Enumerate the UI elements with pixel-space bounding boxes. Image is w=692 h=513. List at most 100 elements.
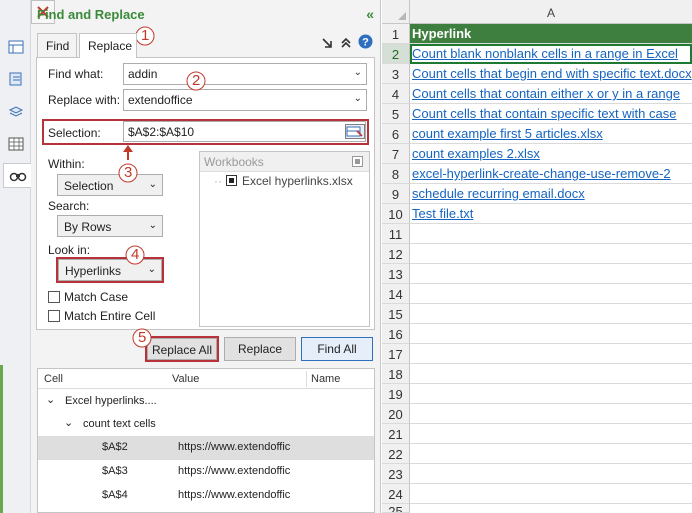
step-badge-3: 3 (118, 163, 138, 187)
look-in-select[interactable]: Hyperlinks ⌄ (58, 259, 162, 281)
empty-cell[interactable] (410, 324, 692, 344)
row-header[interactable]: 15 (382, 304, 410, 324)
empty-cell[interactable] (410, 464, 692, 484)
tree-row-workbook[interactable]: ⌄ Excel hyperlinks.... (38, 390, 374, 414)
empty-cell[interactable] (410, 444, 692, 464)
empty-cell[interactable] (410, 404, 692, 424)
table-row[interactable]: $A$4 https://www.extendoffic (38, 484, 374, 508)
row-header[interactable]: 25 (382, 504, 410, 513)
table-row[interactable]: $A$2 https://www.extendoffic (38, 436, 374, 460)
hyperlink-cell[interactable]: schedule recurring email.docx (410, 184, 692, 204)
select-all-corner[interactable] (382, 0, 410, 24)
hyperlink-cell[interactable]: count example first 5 articles.xlsx (410, 124, 692, 144)
row-header[interactable]: 7 (382, 144, 410, 164)
empty-cell[interactable] (410, 264, 692, 284)
row-header[interactable]: 5 (382, 104, 410, 124)
hyperlink-cell[interactable]: excel-hyperlink-create-change-use-remove… (410, 164, 692, 184)
layers-icon[interactable] (3, 99, 28, 124)
chevron-down-icon: ⌄ (148, 179, 157, 190)
row-header[interactable]: 16 (382, 324, 410, 344)
search-select[interactable]: By Rows ⌄ (57, 215, 163, 237)
step-badge-4: 4 (125, 245, 145, 269)
select-all-checkbox[interactable] (352, 156, 363, 167)
row-header[interactable]: 19 (382, 384, 410, 404)
row-header[interactable]: 22 (382, 444, 410, 464)
replace-button[interactable]: Replace (224, 337, 296, 361)
row-header[interactable]: 14 (382, 284, 410, 304)
find-replace-icon[interactable] (3, 163, 31, 188)
empty-cell[interactable] (410, 344, 692, 364)
chevron-down-icon[interactable]: ⌄ (64, 416, 73, 429)
match-entire-cell-checkbox[interactable]: Match Entire Cell (48, 309, 155, 323)
empty-cell[interactable] (410, 284, 692, 304)
chevron-down-icon: ⌄ (147, 264, 156, 275)
hyperlink-cell[interactable]: Count cells that contain specific text w… (410, 104, 692, 124)
hyperlink-cell[interactable]: count examples 2.xlsx (410, 144, 692, 164)
empty-cell[interactable] (410, 424, 692, 444)
hyperlink-cell[interactable]: Test file.txt (410, 204, 692, 224)
row-header[interactable]: 12 (382, 244, 410, 264)
find-what-input[interactable]: addin ⌄ (123, 63, 367, 85)
grid-icon[interactable] (3, 131, 28, 156)
row-header[interactable]: 24 (382, 484, 410, 504)
row-header[interactable]: 4 (382, 84, 410, 104)
column-divider[interactable] (306, 371, 307, 387)
navigation-icon[interactable] (3, 34, 28, 59)
workbook-checkbox[interactable] (226, 175, 237, 186)
row-header[interactable]: 13 (382, 264, 410, 284)
chevron-down-icon[interactable]: ⌄ (46, 393, 55, 406)
help-icon[interactable]: ? (358, 34, 373, 52)
empty-cell[interactable] (410, 224, 692, 244)
within-select[interactable]: Selection ⌄ (57, 174, 163, 196)
tab-replace[interactable]: Replace (79, 33, 137, 58)
checkbox-box[interactable] (48, 310, 60, 322)
row-header[interactable]: 10 (382, 204, 410, 224)
row-header[interactable]: 23 (382, 464, 410, 484)
replace-with-label: Replace with: (48, 93, 121, 107)
column-cell[interactable]: Cell (44, 373, 63, 385)
arrow-expand-icon[interactable] (321, 36, 333, 52)
column-name[interactable]: Name (311, 373, 340, 385)
chevron-down-icon[interactable]: ⌄ (354, 67, 362, 78)
row-header[interactable]: 2 (382, 44, 410, 64)
find-all-button[interactable]: Find All (301, 337, 373, 361)
chevron-down-icon[interactable]: ⌄ (354, 93, 362, 104)
tab-find[interactable]: Find (37, 33, 77, 57)
selection-input[interactable]: $A$2:$A$10 (123, 121, 366, 142)
empty-cell[interactable] (410, 364, 692, 384)
empty-cell[interactable] (410, 384, 692, 404)
hyperlink-cell[interactable]: Count cells that contain either x or y i… (410, 84, 692, 104)
hyperlink-cell[interactable]: Count cells that begin end with specific… (410, 64, 692, 84)
collapse-pane-button[interactable]: « (366, 6, 374, 22)
pane-title: Find and Replace (37, 7, 145, 22)
row-header[interactable]: 6 (382, 124, 410, 144)
row-header[interactable]: 18 (382, 364, 410, 384)
column-header-a[interactable]: A (410, 0, 692, 24)
results-header: Cell Value Name (38, 369, 374, 389)
row-header[interactable]: 21 (382, 424, 410, 444)
replace-with-value: extendoffice (128, 93, 193, 107)
row-header[interactable]: 8 (382, 164, 410, 184)
replace-all-button[interactable]: Replace All (147, 338, 217, 360)
empty-cell[interactable] (410, 244, 692, 264)
double-chevron-up-icon[interactable] (340, 36, 352, 52)
table-row[interactable]: $A$3 https://www.extendoffic (38, 460, 374, 484)
range-picker-icon[interactable] (345, 124, 365, 139)
row-header[interactable]: 20 (382, 404, 410, 424)
row-header[interactable]: 17 (382, 344, 410, 364)
header-cell[interactable]: Hyperlink (410, 24, 692, 44)
arrow-head-icon (123, 145, 133, 152)
row-header[interactable]: 3 (382, 64, 410, 84)
row-header[interactable]: 1 (382, 24, 410, 44)
resources-icon[interactable] (3, 66, 28, 91)
column-value[interactable]: Value (172, 373, 199, 385)
row-header[interactable]: 9 (382, 184, 410, 204)
match-case-checkbox[interactable]: Match Case (48, 290, 128, 304)
checkbox-box[interactable] (48, 291, 60, 303)
row-header[interactable]: 11 (382, 224, 410, 244)
replace-with-input[interactable]: extendoffice ⌄ (123, 89, 367, 111)
workbook-item[interactable]: ·· Excel hyperlinks.xlsx (214, 174, 353, 188)
empty-cell[interactable] (410, 484, 692, 504)
tree-row-sheet[interactable]: ⌄ count text cells (38, 413, 374, 437)
empty-cell[interactable] (410, 304, 692, 324)
